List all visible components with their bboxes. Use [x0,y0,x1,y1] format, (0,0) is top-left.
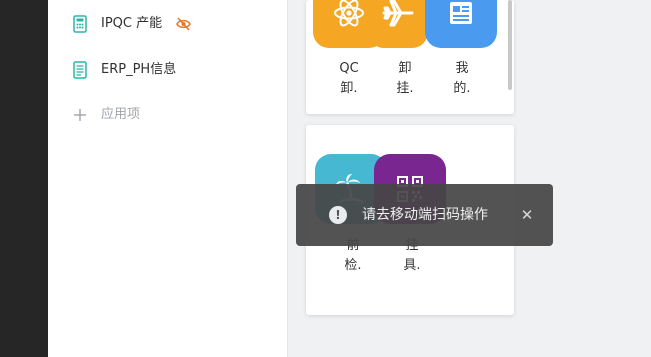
airplane-icon [382,0,414,27]
tile-unload-hang[interactable] [368,0,428,48]
sidebar-item-label: ERP_PH信息 [101,62,177,77]
info-icon: ! [329,206,347,224]
close-icon[interactable]: ✕ [518,206,536,224]
sidebar-item-ipqc-capacity[interactable]: IPQC 产能 [48,7,287,41]
card-scrollbar[interactable] [508,0,512,90]
tile-mine[interactable] [425,0,497,48]
plus-icon [74,109,86,121]
sidebar-item-add-app[interactable]: 应用项 [48,98,287,132]
sidebar-item-erp-ph-info[interactable]: ERP_PH信息 [48,53,287,87]
sidebar-item-label: IPQC 产能 [101,16,163,31]
toast-message: ! 请去移动端扫码操作 ✕ [296,184,553,246]
eye-off-icon[interactable] [176,17,191,31]
atom-icon [334,0,364,27]
calculator-icon [73,15,87,33]
newspaper-icon [450,2,472,24]
sidebar: IPQC 产能 ERP_PH信息 应用项 [48,0,288,357]
sidebar-item-label: 应用项 [101,107,141,122]
document-list-icon [73,61,87,79]
tile-label-unload-hang: 卸 挂. [396,61,414,96]
toast-text: 请去移动端扫码操作 [362,207,488,223]
tile-label-mine: 我 的. [453,61,471,96]
left-dark-rail [0,0,48,357]
tile-label-qc-unload: QC 卸. [339,61,359,96]
